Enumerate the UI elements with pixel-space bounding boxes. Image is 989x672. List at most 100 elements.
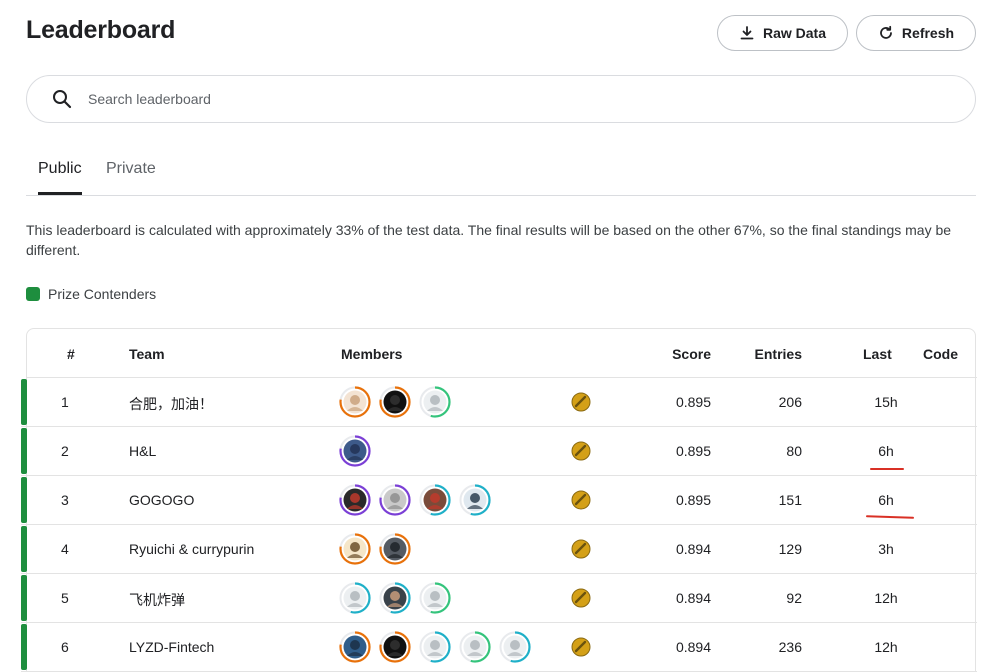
member-blue-avatar[interactable] [339,631,371,663]
member-goose-avatar[interactable] [499,631,531,663]
prize-swatch [26,287,40,301]
col-rank: # [67,346,75,362]
table-row[interactable]: 1 合肥，加油！ 0.895 206 15h [21,378,977,427]
rank-cell: 5 [61,590,69,606]
last-cell: 6h [878,492,894,508]
prize-contender-bar [21,526,27,572]
team-name[interactable]: GOGOGO [129,492,194,508]
member-brown-avatar[interactable] [419,484,451,516]
members-cell [339,484,491,516]
col-entries[interactable]: Entries [741,346,802,362]
score-cell: 0.894 [675,590,711,606]
last-cell: 6h [878,443,894,459]
last-cell: 12h [874,639,898,655]
entries-cell: 151 [778,492,802,508]
members-cell [339,435,371,467]
member-owl-avatar[interactable] [339,435,371,467]
table-row[interactable]: 2 H&L 0.895 80 6h [21,427,977,476]
prize-legend: Prize Contenders [26,286,156,302]
entries-cell: 206 [778,394,802,410]
prize-contender-bar [21,428,27,474]
prize-legend-label: Prize Contenders [48,286,157,302]
team-name[interactable]: LYZD-Fintech [129,639,214,655]
member-goose-avatar[interactable] [339,582,371,614]
leaderboard-table: # Team Members Score Entries Last Code 1… [21,328,977,672]
prize-contender-bar [21,575,27,621]
last-cell: 3h [878,541,894,557]
prize-contender-bar [21,477,27,523]
tab-private[interactable]: Private [106,160,156,178]
rank-cell: 3 [61,492,69,508]
gold-medal-icon [571,490,591,513]
member-dark-avatar[interactable] [379,386,411,418]
prize-contender-bar [21,379,27,425]
member-person-avatar[interactable] [379,582,411,614]
refresh-icon [880,25,892,39]
gold-medal-icon [571,637,591,660]
entries-cell: 236 [778,639,802,655]
table-row[interactable]: 5 飞机炸弹 0.894 92 12h [21,574,977,623]
rank-cell: 4 [61,541,69,557]
refresh-button[interactable]: Refresh [856,15,976,51]
score-cell: 0.895 [675,394,711,410]
col-last[interactable]: Last [863,346,892,362]
score-cell: 0.895 [675,492,711,508]
prize-contender-bar [21,624,27,670]
member-face-avatar[interactable] [339,533,371,565]
team-name[interactable]: Ryuichi & currypurin [129,541,254,557]
score-cell: 0.894 [675,639,711,655]
entries-cell: 129 [778,541,802,557]
member-goose-avatar[interactable] [419,386,451,418]
member-gray-avatar[interactable] [379,484,411,516]
member-dark-avatar[interactable] [379,631,411,663]
member-guitar-avatar[interactable] [379,533,411,565]
table-row[interactable]: 4 Ryuichi & currypurin 0.894 129 3h [21,525,977,574]
download-icon [740,26,754,40]
member-cat-avatar[interactable] [339,386,371,418]
raw-data-button[interactable]: Raw Data [717,15,848,51]
member-goose-avatar[interactable] [419,631,451,663]
col-team: Team [129,346,165,362]
refresh-label: Refresh [901,25,955,41]
member-goose-avatar[interactable] [459,631,491,663]
members-cell [339,386,451,418]
table-row[interactable]: 6 LYZD-Fintech 0.894 236 12h [21,623,977,672]
member-goose-avatar[interactable] [419,582,451,614]
table-header: # Team Members Score Entries Last Code [27,329,977,378]
team-name[interactable]: 合肥，加油！ [129,394,213,414]
member-penguin-avatar[interactable] [459,484,491,516]
col-code: Code [923,346,958,362]
tab-public[interactable]: Public [38,160,82,178]
search-input[interactable] [88,91,888,107]
tab-bar: Public Private [26,152,976,196]
members-cell [339,533,411,565]
member-red-avatar[interactable] [339,484,371,516]
raw-data-label: Raw Data [762,25,827,41]
rank-cell: 1 [61,394,69,410]
gold-medal-icon [571,441,591,464]
page-title: Leaderboard [26,16,176,44]
col-members: Members [341,346,403,362]
team-name[interactable]: H&L [129,443,156,459]
rank-cell: 6 [61,639,69,655]
team-name[interactable]: 飞机炸弹 [129,590,185,610]
col-score[interactable]: Score [641,346,711,362]
score-cell: 0.894 [675,541,711,557]
rank-cell: 2 [61,443,69,459]
gold-medal-icon [571,392,591,415]
last-cell: 12h [874,590,898,606]
active-tab-indicator [38,192,82,195]
last-cell: 15h [874,394,898,410]
members-cell [339,631,531,663]
gold-medal-icon [571,588,591,611]
table-row[interactable]: 3 GOGOGO 0.895 151 6h [21,476,977,525]
score-cell: 0.895 [675,443,711,459]
search-icon [53,90,72,109]
entries-cell: 92 [786,590,802,606]
search-bar[interactable] [26,75,976,123]
gold-medal-icon [571,539,591,562]
members-cell [339,582,451,614]
entries-cell: 80 [786,443,802,459]
leaderboard-info-text: This leaderboard is calculated with appr… [26,222,952,258]
annotation-underline [870,468,904,470]
